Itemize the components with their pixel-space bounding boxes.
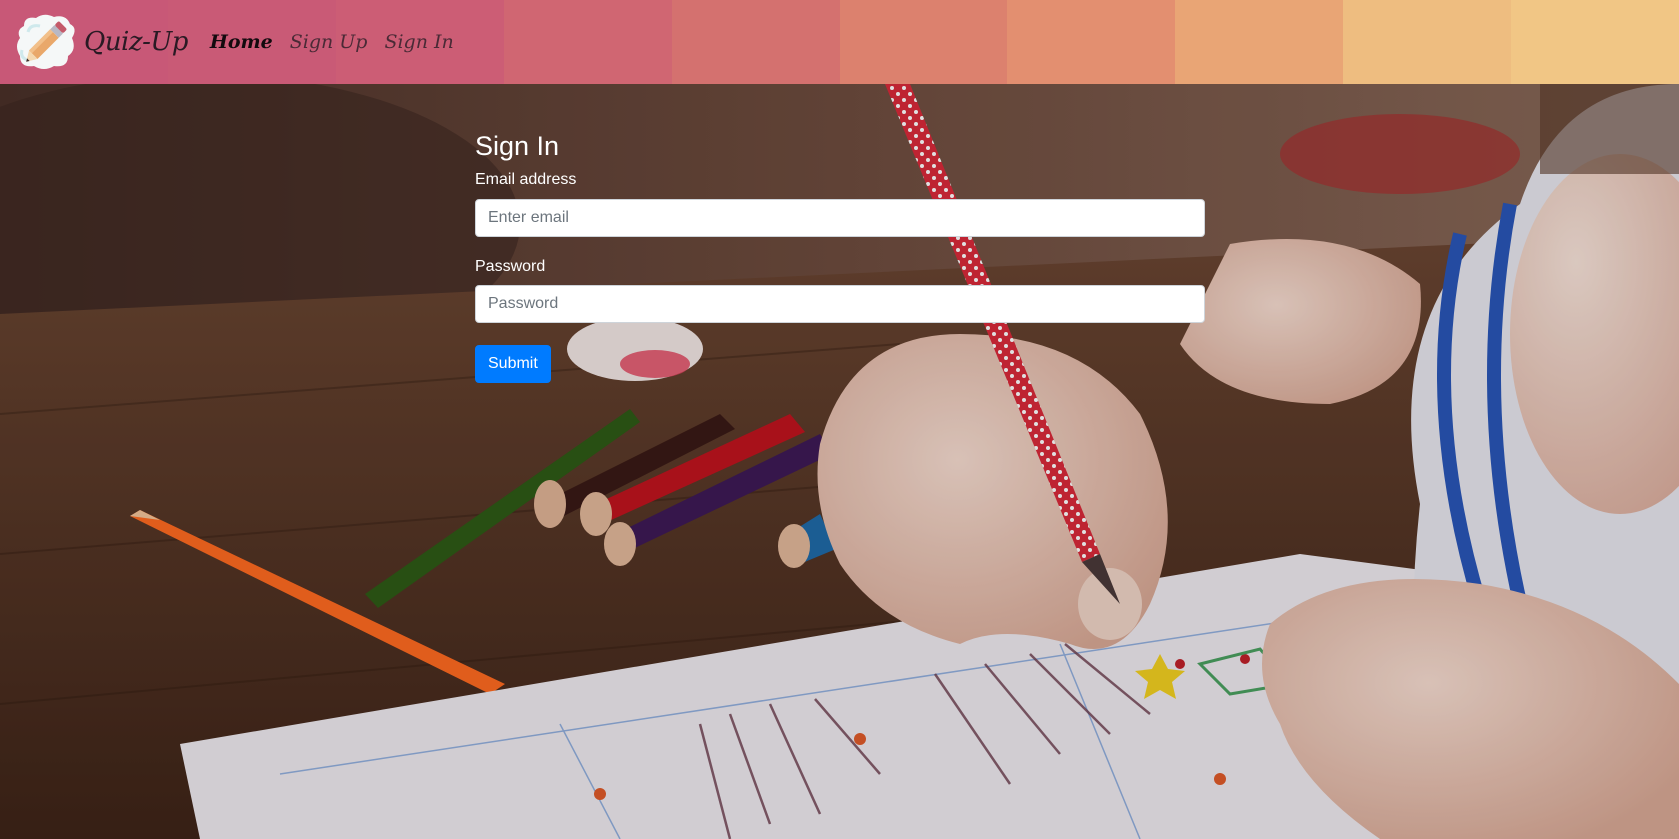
brand-name[interactable]: Quiz-Up [84,27,188,57]
quiz-up-logo[interactable] [14,12,78,72]
navbar-color-stripe [1007,0,1176,84]
navbar-color-stripe [1343,0,1512,84]
nav-link-home[interactable]: Home [210,31,273,53]
navbar-color-stripe [839,0,1008,84]
password-label: Password [475,257,546,275]
nav-link-sign-up[interactable]: Sign Up [290,31,368,53]
navbar-color-stripe [503,0,672,84]
pencil-logo-icon [17,14,75,69]
password-field[interactable] [475,284,1205,323]
navbar-color-stripe [1175,0,1344,84]
navbar-content: Quiz-Up Home Sign Up Sign In [0,0,471,84]
main-nav: Home Sign Up Sign In [210,31,471,53]
form-title: Sign In [475,131,560,161]
navbar-color-stripe [1511,0,1679,84]
navbar-color-stripe [671,0,840,84]
submit-button[interactable]: Submit [475,344,551,383]
sign-in-page: Quiz-Up Home Sign Up Sign In Sign In Ema… [0,0,1679,839]
email-field[interactable] [475,198,1205,237]
email-label: Email address [475,171,577,189]
sign-in-form: Sign In Email address Password Submit [475,130,1205,383]
nav-link-sign-in[interactable]: Sign In [384,31,453,53]
